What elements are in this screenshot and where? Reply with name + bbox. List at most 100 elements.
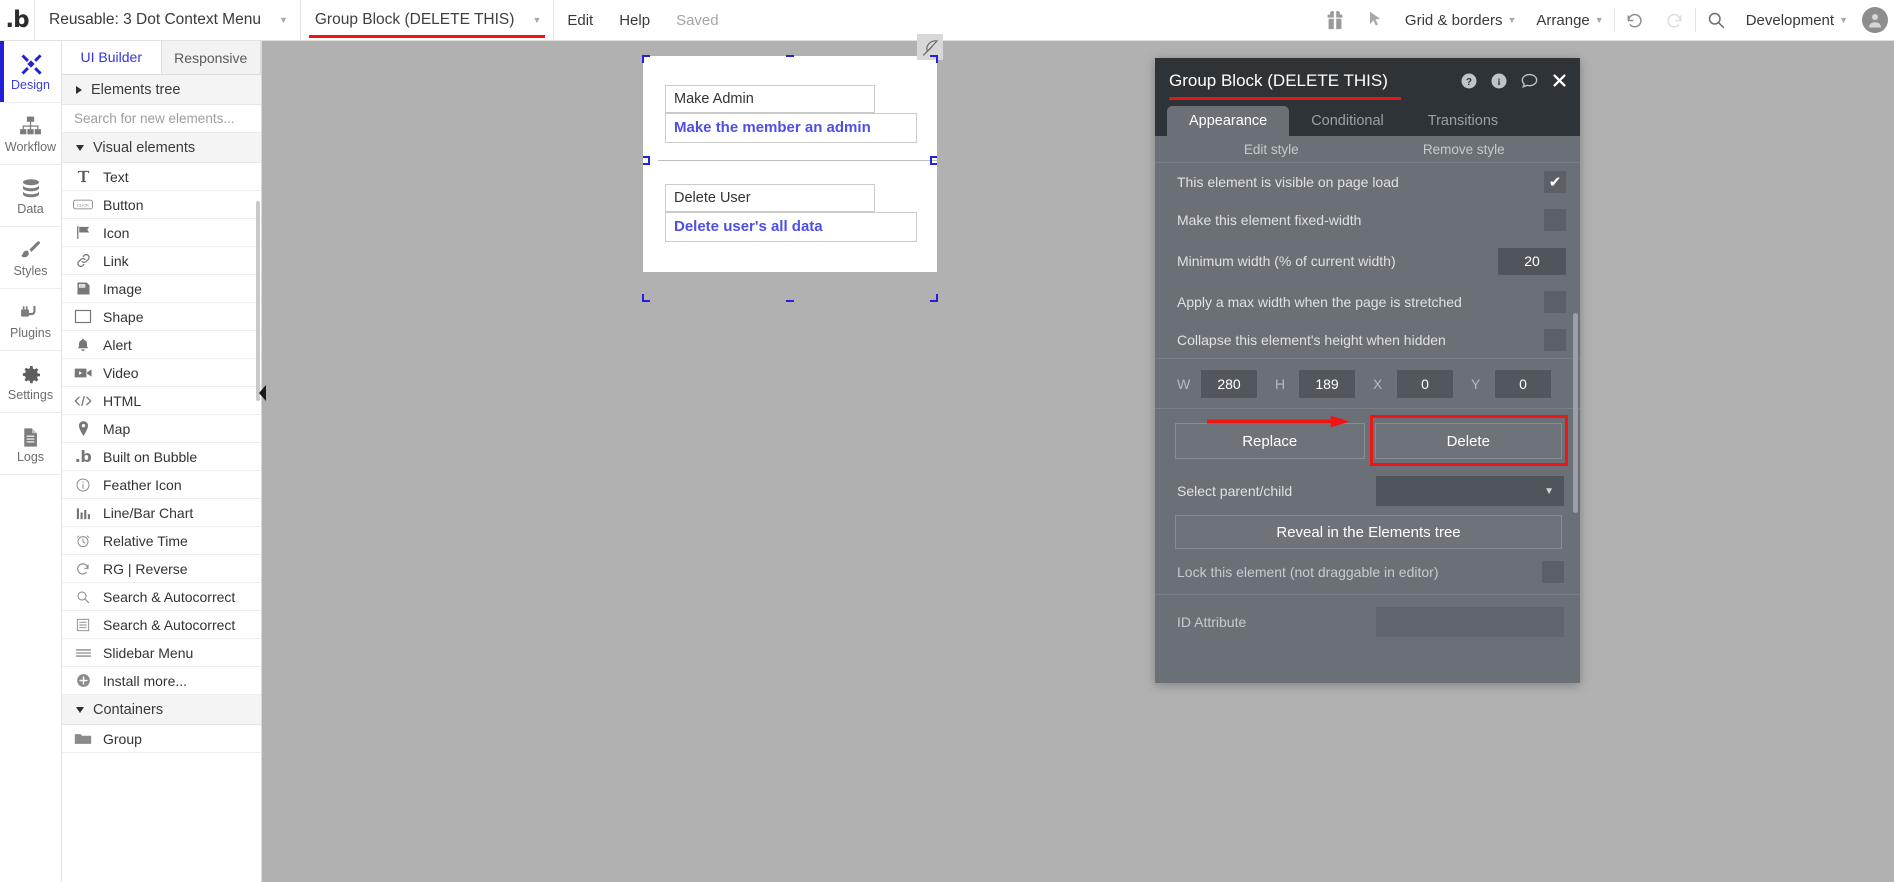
close-x-icon[interactable]	[1551, 72, 1568, 89]
menu-help[interactable]: Help	[606, 0, 663, 40]
sidebar-item-label: Data	[17, 202, 44, 217]
element-item-relative-time[interactable]: Relative Time	[62, 527, 261, 555]
resize-handle-bottom-left[interactable]	[642, 294, 650, 302]
element-item-search-autocorrect-1[interactable]: Search & Autocorrect	[62, 583, 261, 611]
x-label: X	[1373, 375, 1383, 392]
search-elements-input[interactable]: Search for new elements...	[62, 105, 261, 133]
bubble-logo-icon[interactable]: .b	[0, 0, 34, 40]
minimum-width-label: Minimum width (% of current width)	[1177, 253, 1396, 269]
help-circle-icon[interactable]: ?	[1460, 72, 1478, 90]
tab-appearance[interactable]: Appearance	[1167, 106, 1290, 136]
sidebar-item-logs[interactable]: Logs	[0, 413, 61, 475]
element-item-search-autocorrect-2[interactable]: Search & Autocorrect	[62, 611, 261, 639]
sidebar-item-settings[interactable]: Settings	[0, 351, 61, 413]
redo-icon	[1655, 0, 1695, 40]
rectangle-shape-icon	[73, 309, 93, 324]
collapse-height-checkbox[interactable]	[1544, 328, 1566, 351]
element-item-slidebar-menu[interactable]: Slidebar Menu	[62, 639, 261, 667]
visible-on-page-load-label: This element is visible on page load	[1177, 174, 1399, 190]
element-item-html[interactable]: HTML	[62, 387, 261, 415]
sidebar-item-workflow[interactable]: Workflow	[0, 103, 61, 165]
y-input[interactable]: 0	[1495, 369, 1551, 398]
resize-handle-top-center[interactable]	[786, 55, 794, 63]
environment-selector[interactable]: Development ▼	[1736, 0, 1858, 40]
visible-on-page-load-checkbox[interactable]: ✔	[1544, 171, 1566, 193]
element-item-line-bar-chart[interactable]: Line/Bar Chart	[62, 499, 261, 527]
flag-icon	[73, 224, 93, 241]
id-attribute-input[interactable]	[1376, 607, 1564, 637]
element-item-link[interactable]: Link	[62, 247, 261, 275]
max-width-stretched-checkbox[interactable]	[1544, 291, 1566, 313]
element-item-alert[interactable]: Alert	[62, 331, 261, 359]
tab-conditional[interactable]: Conditional	[1289, 106, 1406, 136]
element-item-label: Group	[103, 730, 142, 747]
resize-handle-top-left[interactable]	[642, 55, 650, 63]
x-input[interactable]: 0	[1397, 369, 1453, 398]
select-parent-child-dropdown[interactable]: ▼	[1376, 476, 1564, 506]
element-item-video[interactable]: Video	[62, 359, 261, 387]
resize-handle-top-right[interactable]	[930, 55, 938, 63]
sidebar-item-plugins[interactable]: Plugins	[0, 289, 61, 351]
app-page-selector[interactable]: Reusable: 3 Dot Context Menu ▼	[35, 0, 300, 40]
element-item-text[interactable]: Text	[62, 163, 261, 191]
element-item-map[interactable]: Map	[62, 415, 261, 443]
element-item-image[interactable]: JPG Image	[62, 275, 261, 303]
element-item-shape[interactable]: Shape	[62, 303, 261, 331]
info-circle-icon[interactable]: i	[1490, 72, 1508, 90]
element-item-group[interactable]: Group	[62, 725, 261, 753]
element-item-rg-reverse[interactable]: RG | Reverse	[62, 555, 261, 583]
fixed-width-checkbox[interactable]	[1544, 209, 1566, 231]
width-input[interactable]: 280	[1201, 369, 1257, 398]
comment-bubble-icon[interactable]	[1520, 71, 1539, 90]
design-canvas[interactable]: Make Admin Make the member an admin Dele…	[262, 34, 1894, 882]
grid-borders-menu[interactable]: Grid & borders ▼	[1395, 0, 1526, 40]
search-elements-placeholder: Search for new elements...	[74, 111, 235, 126]
tab-transitions[interactable]: Transitions	[1406, 106, 1520, 136]
element-item-built-on-bubble[interactable]: .b Built on Bubble	[62, 443, 261, 471]
delete-button[interactable]: Delete	[1374, 423, 1562, 459]
undo-icon[interactable]	[1615, 0, 1655, 40]
selected-group-handles	[642, 55, 938, 302]
menu-edit[interactable]: Edit	[554, 0, 606, 40]
sidebar-item-styles[interactable]: Styles	[0, 227, 61, 289]
element-item-button[interactable]: CLICK Button	[62, 191, 261, 219]
row-max-width-stretched: Apply a max width when the page is stret…	[1155, 283, 1580, 321]
link-chain-icon	[73, 252, 93, 269]
reveal-in-elements-tree-button[interactable]: Reveal in the Elements tree	[1175, 515, 1562, 549]
resize-handle-bottom-right[interactable]	[930, 294, 938, 302]
edit-style-link[interactable]: Edit style	[1175, 142, 1368, 157]
resize-handle-bottom-center[interactable]	[786, 294, 794, 302]
section-containers[interactable]: Containers	[62, 695, 261, 725]
search-icon[interactable]	[1696, 0, 1736, 40]
gift-icon[interactable]	[1315, 0, 1355, 40]
element-selector[interactable]: Group Block (DELETE THIS) ▼	[301, 0, 553, 40]
sidebar-item-data[interactable]: Data	[0, 165, 61, 227]
cursor-arrow-icon[interactable]	[1355, 0, 1395, 40]
user-avatar[interactable]	[1862, 7, 1888, 33]
element-item-feather-icon[interactable]: Feather Icon	[62, 471, 261, 499]
red-underline-annotation	[1169, 97, 1401, 100]
section-visual-elements[interactable]: Visual elements	[62, 133, 261, 163]
property-panel-scrollbar[interactable]	[1573, 313, 1578, 513]
elements-tree-toggle[interactable]: Elements tree	[62, 75, 261, 105]
arrange-menu[interactable]: Arrange ▼	[1526, 0, 1613, 40]
height-input[interactable]: 189	[1299, 369, 1355, 398]
element-item-install-more[interactable]: Install more...	[62, 667, 261, 695]
sidebar-item-design[interactable]: Design	[0, 41, 61, 103]
chevron-down-icon	[76, 144, 84, 151]
remove-style-link[interactable]: Remove style	[1368, 142, 1561, 157]
element-item-label: HTML	[103, 392, 142, 409]
elements-panel-tabs: UI Builder Responsive	[62, 41, 261, 75]
tab-ui-builder[interactable]: UI Builder	[62, 41, 162, 74]
sidebar-item-label: Settings	[7, 388, 54, 403]
minimum-width-input[interactable]: 20	[1498, 247, 1566, 275]
collapse-panel-arrow-icon[interactable]	[257, 385, 269, 401]
chevron-down-icon: ▼	[278, 14, 288, 25]
style-actions-row: Edit style Remove style	[1155, 136, 1580, 163]
lock-element-checkbox[interactable]	[1542, 560, 1564, 583]
tab-responsive[interactable]: Responsive	[161, 41, 261, 74]
element-item-icon[interactable]: Icon	[62, 219, 261, 247]
bubble-logo-icon: .b	[74, 447, 92, 466]
elements-panel-scrollbar[interactable]	[256, 201, 260, 401]
bar-chart-icon	[73, 505, 93, 520]
